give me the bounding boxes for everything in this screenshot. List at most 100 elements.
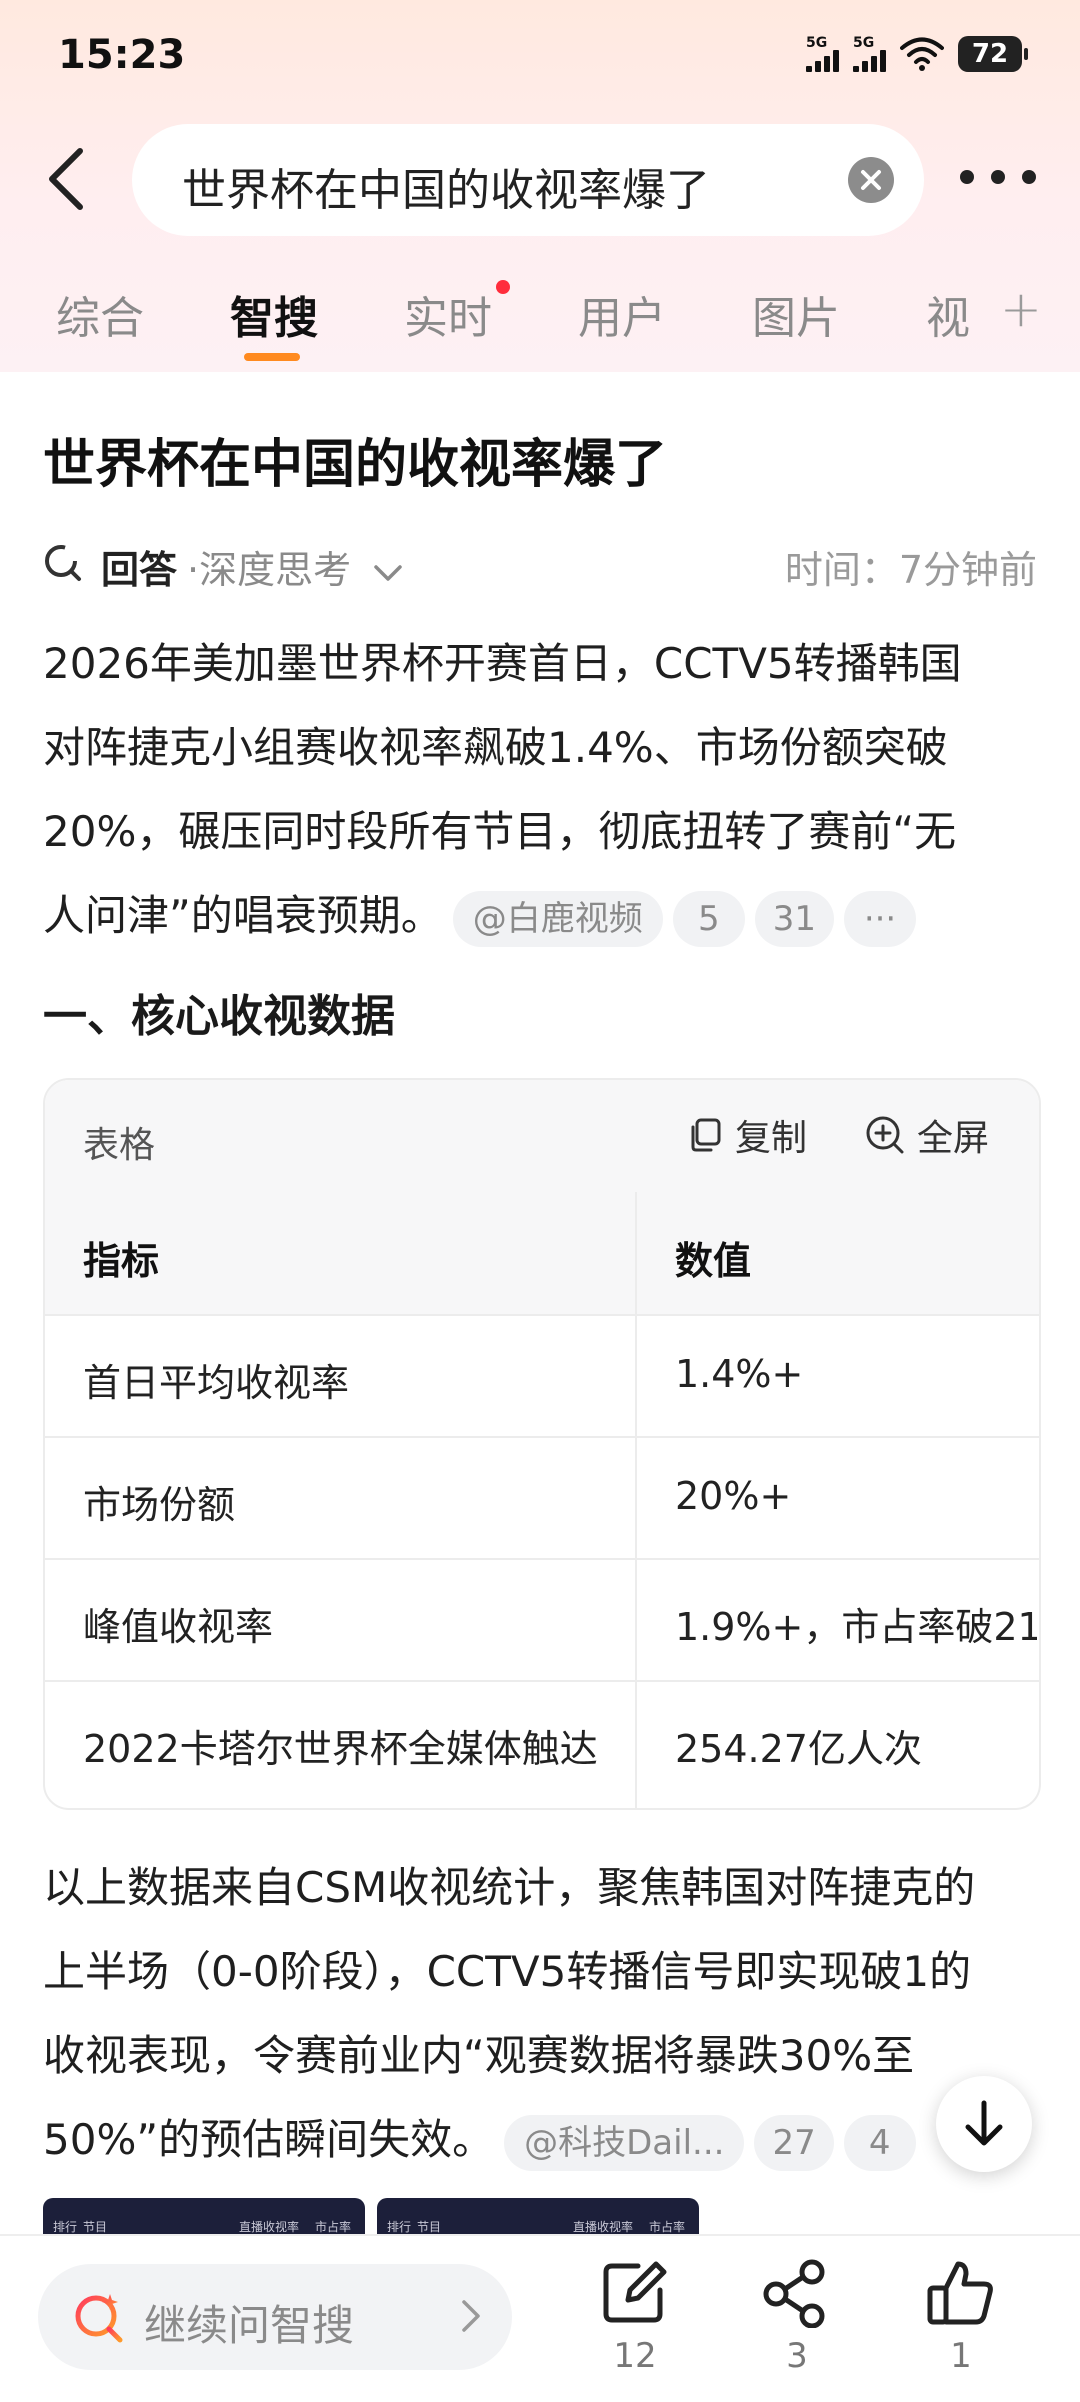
- table-cell: 20%+: [675, 1474, 792, 1518]
- paragraph-text: 50%”的预估瞬间失效。: [43, 2115, 495, 2164]
- table-cell: 2022卡塔尔世界杯全媒体触达: [83, 1727, 598, 1771]
- answer-time: 时间：7分钟前: [784, 548, 1037, 592]
- clear-search-button[interactable]: [848, 157, 894, 203]
- share-button[interactable]: 3: [742, 2258, 852, 2376]
- like-icon: [927, 2261, 993, 2325]
- search-input[interactable]: 世界杯在中国的收视率爆了: [132, 124, 924, 236]
- paragraph-line: 20%，碾压同时段所有节目，彻底扭转了赛前“无: [43, 807, 957, 856]
- paragraph-line: 以上数据来自CSM收视统计，聚焦韩国对阵捷克的: [43, 1863, 976, 1912]
- copy-button[interactable]: 复制: [687, 1110, 807, 1160]
- thumb-text: 排行: [387, 2220, 412, 2234]
- status-icons: 5G 5G 72: [806, 36, 1028, 72]
- answer-meta: 回答 ·深度思考 时间：7分钟前: [43, 535, 1037, 595]
- source-citation[interactable]: @白鹿视频: [452, 890, 663, 947]
- clear-icon: [861, 170, 881, 190]
- column-divider: [635, 1192, 637, 1808]
- copy-icon: [691, 1118, 721, 1152]
- signal-icon: 5G: [806, 36, 839, 72]
- table-cell: 1.4%+: [675, 1352, 804, 1396]
- arrow-down-icon: [965, 2100, 1003, 2146]
- battery-icon: 72: [958, 36, 1028, 72]
- search-tabs: 综合 智搜 实时 用户 图片 视 +: [0, 270, 1080, 370]
- tab-images[interactable]: 图片: [752, 282, 840, 346]
- table-row: 254.27亿人次: [637, 1680, 1037, 1802]
- column-header: 指标: [83, 1239, 160, 1283]
- table-row: 1.9%+，市占率破21%: [637, 1558, 1037, 1682]
- table-toolbar: 表格 复制 全屏: [45, 1080, 1039, 1194]
- network-type-label: 5G: [853, 35, 875, 51]
- chevron-down-icon: [374, 564, 402, 581]
- status-time: 15:23: [58, 32, 186, 78]
- more-icon: [991, 170, 1005, 184]
- source-citation[interactable]: @科技Dail...: [504, 2114, 745, 2171]
- column-header: 数值: [675, 1239, 752, 1283]
- answer-label: 回答: [101, 548, 178, 592]
- table-cell: 首日平均收视率: [83, 1361, 350, 1405]
- thumb-text: 直播收视率: [239, 2220, 300, 2234]
- share-icon: [763, 2259, 825, 2329]
- like-count: 1: [950, 2336, 972, 2376]
- comment-button[interactable]: 12: [580, 2258, 690, 2376]
- ask-followup-input[interactable]: 继续问智搜: [38, 2264, 512, 2370]
- back-button[interactable]: [40, 146, 92, 212]
- thumb-text: 市占率: [315, 2220, 352, 2234]
- scroll-to-bottom-button[interactable]: [936, 2076, 1032, 2172]
- thumb-text: 市占率: [649, 2220, 686, 2234]
- paragraph-line: 对阵捷克小组赛收视率飙破1.4%、市场份额突破: [43, 723, 948, 772]
- signal-icon: 5G: [853, 36, 886, 72]
- ask-placeholder: 继续问智搜: [144, 2301, 355, 2350]
- section-heading: 一、核心收视数据: [43, 991, 395, 1042]
- answer-paragraph: 2026年美加墨世界杯开赛首日，CCTV5转播韩国 对阵捷克小组赛收视率飙破1.…: [43, 622, 1043, 958]
- tab-all[interactable]: 综合: [56, 282, 144, 346]
- chevron-right-icon: [462, 2300, 480, 2332]
- thumb-text: 排行: [53, 2220, 78, 2234]
- bottom-action-bar: 继续问智搜 12 3 1: [0, 2234, 1080, 2402]
- fullscreen-icon: [866, 1116, 904, 1154]
- battery-level: 72: [971, 39, 1009, 69]
- reference-badge[interactable]: 5: [672, 890, 745, 947]
- fullscreen-button[interactable]: 全屏: [865, 1110, 989, 1160]
- more-icon: [1022, 170, 1036, 184]
- table-cell: 1.9%+，市占率破21%: [675, 1605, 1037, 1649]
- paragraph-line: 收视表现，令赛前业内“观赛数据将暴跌30%至: [43, 2031, 915, 2080]
- table-value-column[interactable]: 数值 1.4%+ 20%+ 1.9%+，市占率破21% 254.27亿人次: [637, 1192, 1037, 1808]
- search-query[interactable]: 世界杯在中国的收视率爆了: [182, 154, 710, 218]
- paragraph-line: 上半场（0-0阶段），CCTV5转播信号即实现破1的: [43, 1947, 972, 1996]
- mode-label: ·深度思考: [187, 548, 352, 592]
- table-row: 20%+: [637, 1436, 1037, 1560]
- reference-badge[interactable]: 4: [843, 2114, 916, 2171]
- tab-realtime[interactable]: 实时: [404, 282, 492, 346]
- paragraph-text: 人问津”的唱衰预期。: [43, 891, 443, 940]
- thumb-text: 节目: [417, 2220, 442, 2234]
- thumb-text: 直播收视率: [573, 2220, 634, 2234]
- copy-label: 复制: [735, 1118, 808, 1159]
- page-title: 世界杯在中国的收视率爆了: [43, 435, 668, 495]
- status-bar: 15:23 5G 5G 72: [0, 0, 1080, 120]
- image-thumbnail[interactable]: 排行 节目 直播收视率 市占率: [43, 2198, 365, 2234]
- more-citations-button[interactable]: ···: [844, 890, 917, 947]
- share-count: 3: [786, 2336, 808, 2376]
- paragraph-line: 2026年美加墨世界杯开赛首日，CCTV5转播韩国: [43, 639, 962, 688]
- back-icon: [49, 148, 83, 210]
- like-button[interactable]: 1: [906, 2258, 1016, 2376]
- reference-badge[interactable]: 31: [754, 890, 835, 947]
- data-table-card: 表格 复制 全屏 指标 首日平均收视率 市场份额 峰值收视率 2022卡塔尔世界…: [43, 1078, 1041, 1810]
- fullscreen-label: 全屏: [917, 1118, 990, 1159]
- paragraph-line-with-citations: 50%”的预估瞬间失效。 @科技Dail... 27 4: [43, 2098, 1043, 2182]
- table-cell: 市场份额: [83, 1483, 236, 1527]
- edit-icon: [603, 2261, 667, 2323]
- answer-paragraph: 以上数据来自CSM收视统计，聚焦韩国对阵捷克的 上半场（0-0阶段），CCTV5…: [43, 1846, 1043, 2182]
- table-cell: 254.27亿人次: [675, 1727, 922, 1771]
- add-tab-icon[interactable]: +: [1000, 284, 1042, 334]
- deep-thinking-toggle[interactable]: ·深度思考: [187, 539, 403, 594]
- table-cell: 峰值收视率: [83, 1605, 274, 1649]
- image-thumbnail[interactable]: 排行 节目 直播收视率 市占率: [377, 2198, 699, 2234]
- image-gallery: 排行 节目 直播收视率 市占率 排行 节目 直播收视率 市占率: [43, 2198, 703, 2234]
- notification-dot: [496, 280, 510, 294]
- tab-video[interactable]: 视: [926, 282, 970, 346]
- table-header-row: 数值: [637, 1192, 1037, 1316]
- tab-smart-search[interactable]: 智搜: [230, 282, 318, 346]
- more-button[interactable]: [960, 160, 1036, 194]
- reference-badge[interactable]: 27: [754, 2114, 834, 2171]
- tab-users[interactable]: 用户: [578, 282, 666, 346]
